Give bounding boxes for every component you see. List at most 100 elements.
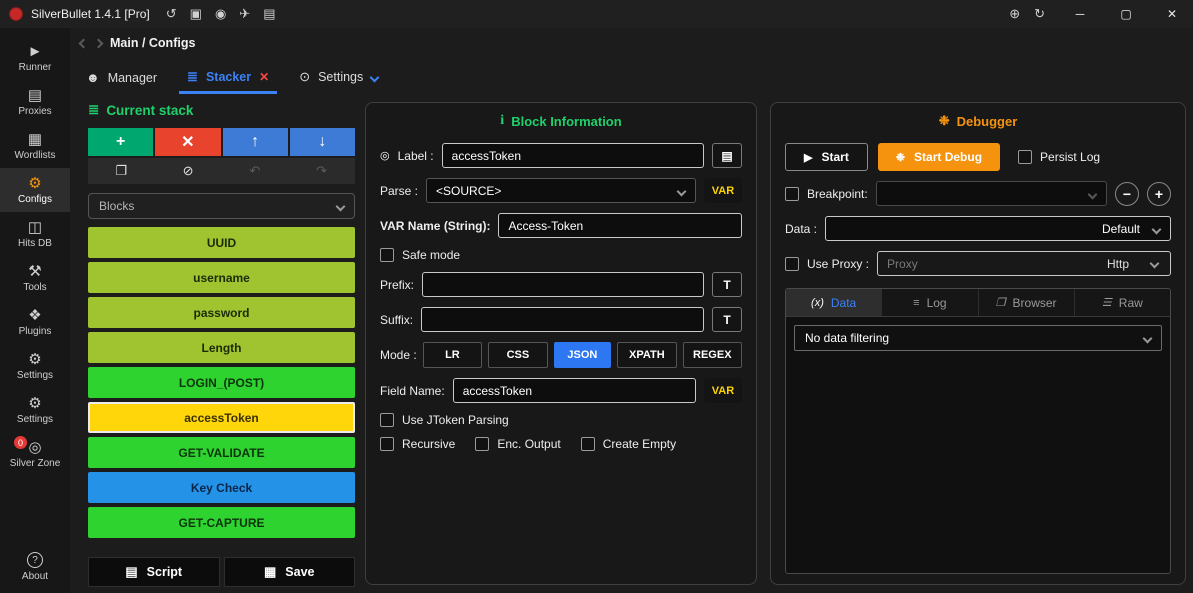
debug-tab-browser[interactable]: ❒ Browser xyxy=(979,289,1075,316)
sidebar-item-label: Hits DB xyxy=(18,238,52,249)
maximize-button[interactable]: ▢ xyxy=(1105,0,1147,28)
titlebar-icons: ↺ ▣ ◉ ✈ ▤ xyxy=(166,6,276,22)
block-item-selected[interactable]: accessToken xyxy=(88,402,355,433)
sidebar-item-hits-db[interactable]: ◫ Hits DB xyxy=(0,212,70,256)
move-down-button[interactable]: ↓ xyxy=(290,128,355,156)
move-up-button[interactable]: ↑ xyxy=(223,128,288,156)
debug-tab-log[interactable]: ≡ Log xyxy=(882,289,978,316)
sidebar-item-runner[interactable]: ► Runner xyxy=(0,36,70,80)
data-dropdown[interactable]: Default xyxy=(825,216,1171,241)
add-block-button[interactable]: + xyxy=(88,128,153,156)
remove-breakpoint-button[interactable]: − xyxy=(1115,182,1139,206)
tab-settings[interactable]: ⊙ Settings xyxy=(299,69,378,94)
create-empty-checkbox[interactable] xyxy=(581,437,595,451)
blocks-dropdown[interactable]: Blocks xyxy=(88,193,355,219)
mode-xpath-button[interactable]: XPATH xyxy=(617,342,676,368)
suffix-type-button[interactable]: T xyxy=(712,307,742,332)
chevron-down-icon xyxy=(1088,190,1098,200)
proxy-type-dropdown[interactable]: Http xyxy=(1107,257,1170,271)
script-button[interactable]: ▤ Script xyxy=(88,557,220,587)
block-item[interactable]: Key Check xyxy=(88,472,355,503)
label-field-label: Label : xyxy=(398,149,434,163)
server-icon: ▤ xyxy=(28,88,42,103)
telegram-icon[interactable]: ✈ xyxy=(239,6,250,22)
sidebar-item-wordlists[interactable]: ▦ Wordlists xyxy=(0,124,70,168)
debug-tab-raw[interactable]: ☰ Raw xyxy=(1075,289,1170,316)
sidebar-item-silver-zone[interactable]: 0 ◎ Silver Zone xyxy=(0,432,70,476)
block-item[interactable]: GET-CAPTURE xyxy=(88,507,355,538)
block-item[interactable]: username xyxy=(88,262,355,293)
block-item[interactable]: Length xyxy=(88,332,355,363)
forward-icon[interactable] xyxy=(94,38,104,48)
close-tab-icon[interactable]: ✕ xyxy=(259,70,269,84)
remove-block-button[interactable]: ✕ xyxy=(155,128,220,156)
tab-manager[interactable]: ☻ Manager xyxy=(86,70,157,94)
tab-stacker[interactable]: ≣ Stacker ✕ xyxy=(187,69,269,94)
sidebar-item-configs[interactable]: ⚙ Configs xyxy=(0,168,70,212)
mode-lr-button[interactable]: LR xyxy=(423,342,482,368)
frame-icon[interactable]: ▣ xyxy=(190,6,202,22)
add-breakpoint-button[interactable]: + xyxy=(1147,182,1171,206)
duplicate-block-button[interactable]: ❐ xyxy=(88,158,155,184)
sidebar-item-label: Settings xyxy=(17,414,53,425)
runner-icon: ► xyxy=(28,44,43,59)
prefix-input[interactable] xyxy=(422,272,704,297)
panel-title: Block Information xyxy=(511,114,622,129)
history-icon[interactable]: ↺ xyxy=(166,6,177,22)
block-item[interactable]: password xyxy=(88,297,355,328)
wrench-icon: ⚒ xyxy=(28,264,41,279)
recursive-checkbox[interactable] xyxy=(380,437,394,451)
data-filter-dropdown[interactable]: No data filtering xyxy=(794,325,1162,351)
close-button[interactable]: ✕ xyxy=(1151,0,1193,28)
start-button[interactable]: ▶ Start xyxy=(785,143,868,171)
mode-css-button[interactable]: CSS xyxy=(488,342,547,368)
use-proxy-checkbox[interactable] xyxy=(785,257,799,271)
start-debug-button[interactable]: ❉ Start Debug xyxy=(878,143,1000,171)
sidebar-item-settings-core[interactable]: ⚙ Settings xyxy=(0,388,70,432)
label-input[interactable]: accessToken xyxy=(442,143,704,168)
browser-icon: ❒ xyxy=(996,296,1006,309)
field-name-input[interactable]: accessToken xyxy=(453,378,696,403)
record-icon: ◎ xyxy=(380,149,390,162)
prefix-type-button[interactable]: T xyxy=(712,272,742,297)
sidebar-item-label: About xyxy=(22,571,48,582)
safe-mode-label: Safe mode xyxy=(402,248,460,262)
sidebar-item-settings[interactable]: ⚙ Settings xyxy=(0,344,70,388)
minimize-button[interactable]: ─ xyxy=(1059,0,1101,28)
breakpoint-checkbox[interactable] xyxy=(785,187,799,201)
block-item[interactable]: UUID xyxy=(88,227,355,258)
block-item[interactable]: GET-VALIDATE xyxy=(88,437,355,468)
block-item[interactable]: LOGIN_(POST) xyxy=(88,367,355,398)
var-name-input[interactable]: Access-Token xyxy=(498,213,742,238)
breakpoint-dropdown[interactable] xyxy=(876,181,1107,206)
back-icon[interactable] xyxy=(79,38,89,48)
sidebar-item-about[interactable]: ? About xyxy=(0,544,70,589)
suffix-input[interactable] xyxy=(421,307,704,332)
debug-tab-data[interactable]: (x) Data xyxy=(786,289,882,316)
undo-button[interactable]: ↶ xyxy=(222,158,289,184)
save-button[interactable]: ▦ Save xyxy=(224,557,356,587)
sidebar-item-plugins[interactable]: ❖ Plugins xyxy=(0,300,70,344)
data-row: Data : Default xyxy=(785,216,1171,241)
sidebar-item-proxies[interactable]: ▤ Proxies xyxy=(0,80,70,124)
database-icon: ◫ xyxy=(28,220,42,235)
mode-regex-button[interactable]: REGEX xyxy=(683,342,742,368)
parse-var-tag: VAR xyxy=(704,178,742,203)
sidebar-item-tools[interactable]: ⚒ Tools xyxy=(0,256,70,300)
news-icon[interactable]: ▤ xyxy=(263,6,275,22)
label-list-button[interactable]: ▤ xyxy=(712,143,742,168)
discord-icon[interactable]: ◉ xyxy=(215,6,226,22)
jtoken-checkbox[interactable] xyxy=(380,413,394,427)
redo-button[interactable]: ↷ xyxy=(288,158,355,184)
question-icon: ? xyxy=(27,552,43,568)
proxy-input[interactable] xyxy=(878,252,1107,275)
parse-source-dropdown[interactable]: <SOURCE> xyxy=(426,178,696,203)
safe-mode-checkbox[interactable] xyxy=(380,248,394,262)
disable-block-button[interactable]: ⊘ xyxy=(155,158,222,184)
sync-icon[interactable]: ↻ xyxy=(1034,6,1045,22)
mode-json-button[interactable]: JSON xyxy=(554,342,611,368)
titlebar: SilverBullet 1.4.1 [Pro] ↺ ▣ ◉ ✈ ▤ ⊕ ↻ ─… xyxy=(0,0,1193,28)
persist-log-checkbox[interactable] xyxy=(1018,150,1032,164)
enc-output-checkbox[interactable] xyxy=(475,437,489,451)
globe-icon[interactable]: ⊕ xyxy=(1009,6,1020,22)
